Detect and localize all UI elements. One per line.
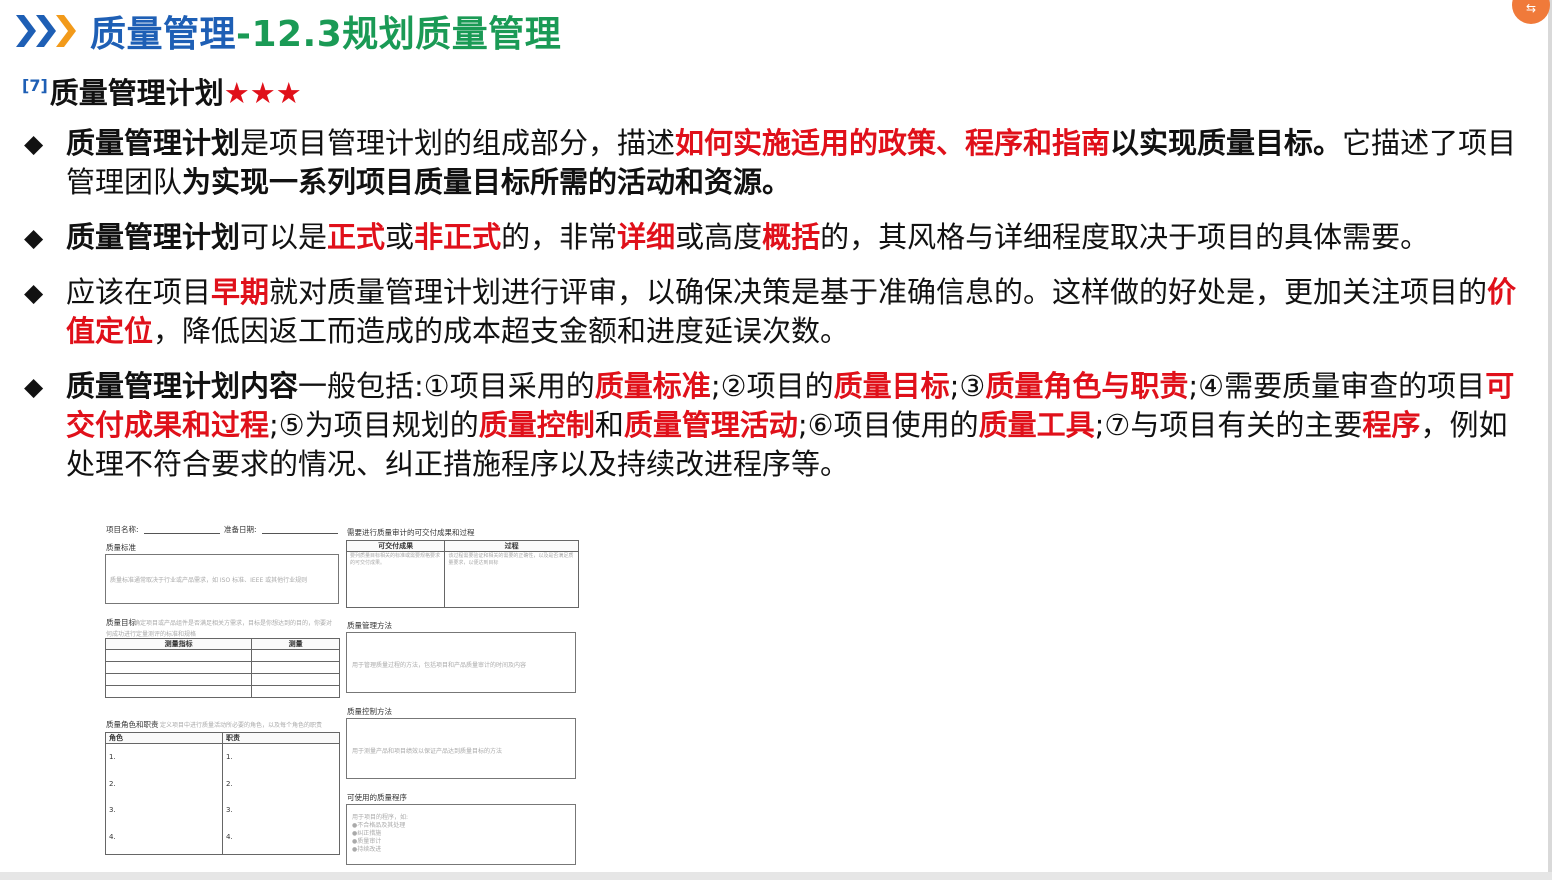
bullet-text-segment: 非正式 xyxy=(414,220,502,254)
deliverables-cell: 要列质量目标相关的标准或需要规格要求的可交付成果。 xyxy=(345,551,446,608)
objectives-table: 测量指标 测量 xyxy=(104,638,340,698)
bullet-text-segment: 或 xyxy=(385,220,415,254)
diamond-bullet-icon: ◆ xyxy=(24,278,44,307)
bullet-item: ◆ 应该在项目早期就对质量管理计划进行评审，以确保决策是基于准确信息的。这样做的好… xyxy=(22,273,1522,351)
bullet-text-segment: 质量管理计划 xyxy=(66,220,241,254)
mgmt-method-label: 质量管理方法 xyxy=(347,621,392,630)
bullet-text-segment: ;②项目的 xyxy=(710,369,834,403)
bullet-text-segment: 应该在项目 xyxy=(66,275,212,309)
deliverables-col-header: 可交付成果 xyxy=(345,540,446,552)
review-table: 可交付成果 过程 要列质量目标相关的标准或需要规格要求的可交付成果。 该过程需要验… xyxy=(345,540,579,608)
bullet-text-segment: 质量管理活动 xyxy=(623,408,798,442)
slide-title-row: 质量管理-12.3规划质量管理 xyxy=(14,6,561,56)
bullet-text-segment: 质量标准 xyxy=(594,369,711,403)
title-main: 质量管理 xyxy=(90,14,237,55)
roles-table: 角色 职责 1. 2. 3. 4. 1. 2. 3. 4. xyxy=(105,732,340,855)
importance-stars: ★★★ xyxy=(223,76,302,110)
metric-col-header: 测量指标 xyxy=(104,638,253,650)
bullet-item: ◆ 质量管理计划可以是正式或非正式的，非常详细或高度概括的，其风格与详细程度取决于… xyxy=(22,218,1522,257)
process-cell: 该过程需要验证和相关的需要的正确性，以及是否满足质量要求，以便达到目标 xyxy=(444,551,579,608)
prep-date-label: 准备日期: xyxy=(224,525,257,534)
bullet-text-segment: 程序 xyxy=(1362,408,1421,442)
diamond-bullet-icon: ◆ xyxy=(24,129,44,158)
duties-cell: 1. 2. 3. 4. xyxy=(222,743,340,855)
bullet-text-segment: 质量工具 xyxy=(978,408,1095,442)
duty-col-header: 职责 xyxy=(222,732,340,744)
quality-standards-label: 质量标准 xyxy=(106,543,136,552)
roles-hint: 定义项目中进行质量活动所必要的角色，以及每个角色的职责 xyxy=(160,722,323,729)
prep-date-line xyxy=(262,533,338,534)
mgmt-method-hint: 用于管理质量过程的方法，包括项目和产品质量审计的时间及内容 xyxy=(352,662,527,669)
slide-title: 质量管理-12.3规划质量管理 xyxy=(90,5,561,57)
section-heading: [7]质量管理计划★★★ xyxy=(22,70,302,112)
quality-plan-form-image: 项目名称: 准备日期: 质量标准 质量标准通常取决于行业或产品需求，如 ISO … xyxy=(100,521,585,867)
project-name-line xyxy=(144,533,220,534)
procedures-label: 可使用的质量程序 xyxy=(347,793,407,802)
bullet-text-segment: ;④需要质量审查的项目 xyxy=(1188,369,1486,403)
bullet-text-segment: 的，其风格与详细程度取决于项目的具体需要。 xyxy=(820,220,1430,254)
bullet-text-segment: ;⑤为项目规划的 xyxy=(269,408,479,442)
roles-cell: 1. 2. 3. 4. xyxy=(105,743,223,855)
review-label: 需要进行质量审计的可交付成果和过程 xyxy=(347,528,475,537)
title-section: -12.3规划质量管理 xyxy=(236,14,562,55)
bullet-text-segment: 是项目管理计划的组成部分，描述 xyxy=(240,126,676,160)
bullet-text-segment: 为实现一系列项目质量目标所需的活动和资源。 xyxy=(182,165,792,199)
corner-tool-icon[interactable]: ⇆ xyxy=(1512,0,1550,24)
role-col-header: 角色 xyxy=(105,732,223,744)
control-method-label: 质量控制方法 xyxy=(347,707,392,716)
bullet-text-segment: 详细 xyxy=(617,220,676,254)
bullet-text-segment: ;⑦与项目有关的主要 xyxy=(1094,408,1363,442)
bullet-text-segment: ;⑥项目使用的 xyxy=(797,408,979,442)
bullet-text-segment: 的，非常 xyxy=(501,220,618,254)
bullet-text-segment: 以实现质量目标。 xyxy=(1110,126,1343,160)
bullet-text-segment: 质量控制 xyxy=(478,408,595,442)
bullet-text-segment: 如何实施适用的政策、程序和指南 xyxy=(675,126,1111,160)
project-name-label: 项目名称: xyxy=(106,525,139,534)
bullet-text-segment: 早期 xyxy=(211,275,270,309)
bullet-item: ◆ 质量管理计划是项目管理计划的组成部分，描述如何实施适用的政策、程序和指南以实现… xyxy=(22,124,1522,202)
measure-col-header: 测量 xyxy=(251,638,340,650)
bullet-text-segment: 一般包括:①项目采用的 xyxy=(298,369,595,403)
reference-mark: [7] xyxy=(22,76,48,95)
bullet-text-segment: 正式 xyxy=(327,220,386,254)
bullet-text-segment: 质量管理计划 xyxy=(66,126,241,160)
triple-chevron-icon xyxy=(16,15,76,47)
roles-label: 质量角色和职责 xyxy=(106,720,159,729)
bullet-text-segment: 就对质量管理计划进行评审，以确保决策是基于准确信息的。这样做的好处是，更加关注项… xyxy=(269,275,1488,309)
bullet-text-segment: 和 xyxy=(594,408,624,442)
quality-objectives-label: 质量目标 xyxy=(106,618,136,627)
procedures-hint: 用于项目的程序，如: ●不合格品及其处理 ●纠正措施 ●质量审计 ●持续改进 xyxy=(352,814,409,853)
bullet-text-segment: 质量管理计划内容 xyxy=(66,369,299,403)
window-right-border xyxy=(1548,0,1552,880)
bullet-text-segment: ;③ xyxy=(949,369,986,403)
diamond-bullet-icon: ◆ xyxy=(24,372,44,401)
process-col-header: 过程 xyxy=(444,540,579,552)
bullet-text-segment: 可以是 xyxy=(240,220,328,254)
bullet-text-segment: 概括 xyxy=(762,220,821,254)
bullet-text-segment: 或高度 xyxy=(675,220,763,254)
quality-standards-hint: 质量标准通常取决于行业或产品需求，如 ISO 标准、IEEE 或其他行业规则 xyxy=(110,577,308,584)
bullet-item: ◆ 质量管理计划内容一般包括:①项目采用的质量标准;②项目的质量目标;③质量角色与… xyxy=(22,367,1522,484)
bullet-text-segment: 质量角色与职责 xyxy=(985,369,1189,403)
bullet-text-segment: 质量目标 xyxy=(833,369,950,403)
window-bottom-border xyxy=(0,872,1552,880)
quality-objectives-hint2: 何成功进行定量测评的标准和规格 xyxy=(106,631,197,638)
control-method-hint: 用于测量产品和项目绩效以保证产品达到质量目标的方法 xyxy=(352,748,503,755)
quality-objectives-hint: 确定项目或产品组件是否满足相关方需求，目标是你想达到的目的，你要对 xyxy=(134,620,333,627)
bullet-text-segment: ，降低因返工而造成的成本超支金额和进度延误次数。 xyxy=(153,314,850,348)
diamond-bullet-icon: ◆ xyxy=(24,223,44,252)
section-heading-text: 质量管理计划 xyxy=(49,76,224,110)
bullet-list: ◆ 质量管理计划是项目管理计划的组成部分，描述如何实施适用的政策、程序和指南以实现… xyxy=(22,124,1522,500)
